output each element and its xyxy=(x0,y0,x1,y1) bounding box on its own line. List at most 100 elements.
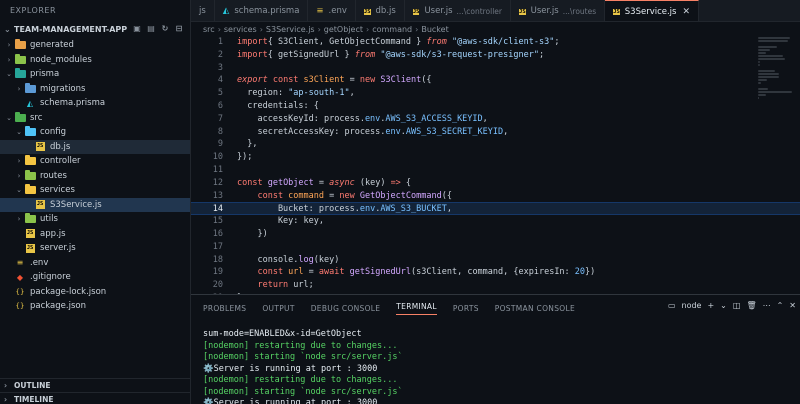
code-line[interactable]: 7 accessKeyId: process.env.AWS_S3_ACCESS… xyxy=(191,113,800,126)
tree-item[interactable]: ⌄ services xyxy=(0,183,190,198)
refresh-icon[interactable]: ↻ xyxy=(160,24,170,34)
breadcrumb-item[interactable]: Bucket xyxy=(421,25,448,34)
close-panel-icon[interactable]: ✕ xyxy=(789,301,796,310)
collapse-all-icon[interactable]: ⊟ xyxy=(174,24,184,34)
timeline-section[interactable]: › TIMELINE xyxy=(0,392,191,404)
tree-item[interactable]: › migrations xyxy=(0,82,190,97)
tree-item[interactable]: › utils xyxy=(0,212,190,227)
code-text: Key: key, xyxy=(223,215,324,228)
code-line[interactable]: 4 export const s3Client = new S3Client({ xyxy=(191,74,800,87)
code-line[interactable]: 20 return url; xyxy=(191,279,800,292)
code-token: async xyxy=(329,177,355,188)
breadcrumb-item[interactable]: getObject xyxy=(324,25,363,34)
close-tab-icon[interactable]: ✕ xyxy=(682,7,690,17)
more-icon[interactable]: ⋯ xyxy=(763,301,771,310)
panel-tab[interactable]: OUTPUT xyxy=(262,304,294,313)
code-token: from xyxy=(426,37,447,47)
tree-item[interactable]: ◆ .gitignore xyxy=(0,270,190,285)
tree-item[interactable]: JS server.js xyxy=(0,241,190,256)
breadcrumb-item[interactable]: src xyxy=(203,25,215,34)
code-line[interactable]: 1 import{ S3Client, GetObjectCommand } fr… xyxy=(191,36,800,49)
code-line[interactable]: 8 secretAccessKey: process.env.AWS_S3_SE… xyxy=(191,126,800,139)
breadcrumb-item[interactable]: command xyxy=(372,25,412,34)
editor-tab[interactable]: ◭ schema.prisma xyxy=(215,0,309,21)
tree-item[interactable]: ◭ schema.prisma xyxy=(0,96,190,111)
panel-tab[interactable]: PORTS xyxy=(453,304,479,313)
tree-item[interactable]: › routes xyxy=(0,169,190,184)
tree-item[interactable]: {} package.json xyxy=(0,299,190,314)
editor-tab[interactable]: JS S3Service.js ✕ xyxy=(605,0,700,21)
tab-label: schema.prisma xyxy=(234,6,300,16)
code-token: }) xyxy=(237,228,268,239)
panel-tab[interactable]: PROBLEMS xyxy=(203,304,246,313)
terminal-output[interactable]: sum-mode=ENABLED&x-id=GetObject [nodemon]… xyxy=(191,321,800,404)
editor-tab[interactable]: JS User.js ...\controller xyxy=(405,0,512,21)
project-header[interactable]: ⌄ TEAM-MANAGEMENT-APP ▣ ▤ ↻ ⊟ xyxy=(0,22,190,36)
tree-item[interactable]: ⌄ prisma xyxy=(0,67,190,82)
code-line[interactable]: 19 const url = await getSignedUrl(s3Clie… xyxy=(191,266,800,279)
new-file-icon[interactable]: ▣ xyxy=(132,24,142,34)
code-token: accessKeyId: process. xyxy=(237,113,365,124)
trash-icon[interactable]: 🗑 xyxy=(746,301,756,310)
code-text: credentials: { xyxy=(223,100,319,113)
code-token: AWS_S3_ACCESS_KEYID xyxy=(385,113,483,124)
code-line[interactable]: 15 Key: key, xyxy=(191,215,800,228)
new-terminal-icon[interactable]: + xyxy=(707,301,714,310)
editor-tab[interactable]: JS User.js ...\routes xyxy=(511,0,606,21)
tree-item[interactable]: › generated xyxy=(0,38,190,53)
new-folder-icon[interactable]: ▤ xyxy=(146,24,156,34)
panel-tab[interactable]: POSTMAN CONSOLE xyxy=(495,304,575,313)
tree-item[interactable]: {} package-lock.json xyxy=(0,285,190,300)
line-number: 3 xyxy=(217,62,223,73)
code-line[interactable]: 14 Bucket: process.env.AWS_S3_BUCKET, xyxy=(191,202,800,216)
code-text: export const s3Client = new S3Client({ xyxy=(223,74,432,87)
tree-item[interactable]: › node_modules xyxy=(0,53,190,68)
tree-item-label: package.json xyxy=(30,301,86,312)
code-line[interactable]: 18 console.log(key) xyxy=(191,254,800,267)
code-line[interactable]: 16 }) xyxy=(191,228,800,241)
shell-name[interactable]: node xyxy=(682,301,702,310)
tree-item[interactable]: ⌄ src xyxy=(0,111,190,126)
panel-tab[interactable]: TERMINAL xyxy=(396,302,437,315)
minimap[interactable] xyxy=(752,36,800,294)
folder-icon xyxy=(24,213,36,224)
split-terminal-icon[interactable]: ◫ xyxy=(733,301,741,310)
code-line[interactable]: 2 import{ getSignedUrl } from "@aws-sdk/s… xyxy=(191,49,800,62)
tree-item[interactable]: JS app.js xyxy=(0,227,190,242)
editor-tab[interactable]: ≡ .env xyxy=(308,0,356,21)
code-line[interactable]: 12 const getObject = async (key) => { xyxy=(191,177,800,190)
javascript-file-icon: JS xyxy=(35,142,45,152)
tab-label: User.js xyxy=(424,6,453,16)
code-line[interactable]: 10}); xyxy=(191,151,800,164)
code-line[interactable]: 13 const command = new GetObjectCommand(… xyxy=(191,190,800,203)
editor-tab[interactable]: JS db.js xyxy=(356,0,405,21)
editor-tab[interactable]: js xyxy=(191,0,215,21)
outline-section[interactable]: › OUTLINE xyxy=(0,378,191,391)
breadcrumb-item[interactable]: S3Service.js xyxy=(266,25,315,34)
code-token: getSignedUrl xyxy=(344,267,412,278)
code-line[interactable]: 3 xyxy=(191,62,800,75)
code-token: S3Client xyxy=(375,75,422,86)
code-line[interactable]: 11 xyxy=(191,164,800,177)
line-number: 8 xyxy=(217,126,223,137)
code-token: ; xyxy=(538,49,545,60)
tree-item-label: controller xyxy=(40,156,81,167)
code-editor[interactable]: 1 import{ S3Client, GetObjectCommand } fr… xyxy=(191,36,800,294)
tree-item[interactable]: › controller xyxy=(0,154,190,169)
code-token: import xyxy=(237,49,268,60)
tree-item[interactable]: ≡ .env xyxy=(0,256,190,271)
tree-item[interactable]: JS db.js xyxy=(0,139,190,154)
code-line[interactable]: 17 xyxy=(191,241,800,254)
code-line[interactable]: 6 credentials: { xyxy=(191,100,800,113)
terminal-icon: ▭ xyxy=(667,301,676,310)
tree-item[interactable]: JS S3Service.js xyxy=(0,197,190,212)
chevron-down-icon[interactable]: ⌄ xyxy=(720,301,727,310)
panel-tab[interactable]: DEBUG CONSOLE xyxy=(311,304,381,313)
maximize-icon[interactable]: ⌃ xyxy=(777,301,784,310)
code-line[interactable]: 5 region: "ap-south-1", xyxy=(191,87,800,100)
breadcrumb-item[interactable]: services xyxy=(224,25,257,34)
terminal-line: sum-mode=ENABLED&x-id=GetObject xyxy=(203,329,362,339)
tree-item[interactable]: ⌄ config xyxy=(0,125,190,140)
code-token: ({ xyxy=(421,75,432,86)
code-line[interactable]: 9 }, xyxy=(191,138,800,151)
